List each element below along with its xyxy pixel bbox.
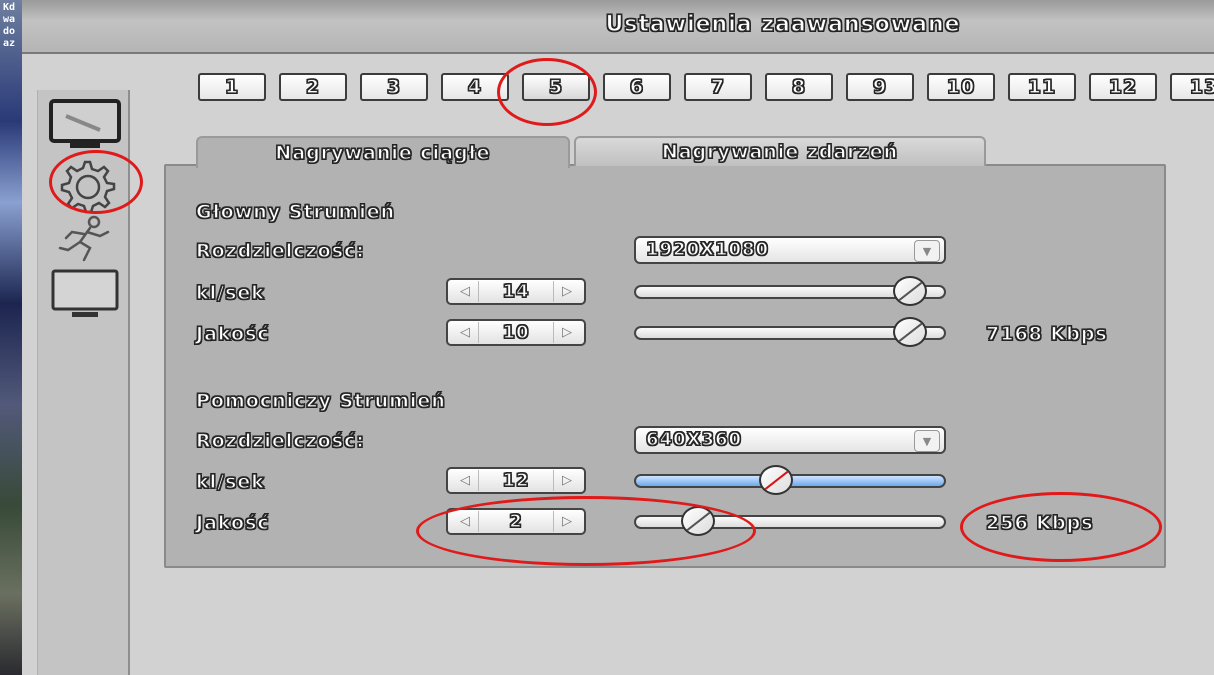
- sub-quality-stepper[interactable]: ◁ 2 ▷: [446, 508, 586, 535]
- chevron-down-icon[interactable]: ▼: [914, 430, 940, 452]
- title-bar: Ustawienia zaawansowane: [22, 0, 1214, 54]
- tab-continuous-recording[interactable]: Nagrywanie ciągłe: [196, 136, 570, 168]
- slider-knob[interactable]: [892, 317, 927, 347]
- desktop-wallpaper-strip: Kdwadoaz: [0, 0, 22, 675]
- tab-channel-12[interactable]: 12: [1089, 73, 1157, 101]
- stream-settings-panel: [164, 164, 1166, 568]
- tab-channel-6[interactable]: 6: [603, 73, 671, 101]
- sub-fps-label: kl/sek: [195, 470, 265, 493]
- sub-quality-slider[interactable]: [634, 506, 946, 536]
- increment-arrow-icon[interactable]: ▷: [553, 322, 580, 343]
- main-fps-stepper[interactable]: ◁ 14 ▷: [446, 278, 586, 305]
- sub-fps-value: 12: [502, 469, 530, 491]
- monitor-icon[interactable]: [48, 98, 122, 150]
- tab-channel-11[interactable]: 11: [1008, 73, 1076, 101]
- gear-icon[interactable]: [54, 156, 116, 214]
- increment-arrow-icon[interactable]: ▷: [553, 511, 580, 532]
- main-stream-heading: Głowny Strumień: [195, 200, 396, 223]
- channel-tabs: 1 2 3 4 5 6 7 8 9 10 11 12 13: [198, 73, 1214, 101]
- tab-channel-7[interactable]: 7: [684, 73, 752, 101]
- sub-fps-slider[interactable]: [634, 465, 946, 495]
- tab-channel-13[interactable]: 13: [1170, 73, 1214, 101]
- tab-channel-4[interactable]: 4: [441, 73, 509, 101]
- sub-resolution-value: 640X360: [645, 428, 743, 450]
- running-person-icon[interactable]: [54, 214, 116, 264]
- main-fps-slider[interactable]: [634, 276, 946, 306]
- main-quality-stepper[interactable]: ◁ 10 ▷: [446, 319, 586, 346]
- main-quality-value: 10: [502, 321, 530, 343]
- main-fps-label: kl/sek: [195, 281, 265, 304]
- sub-quality-label: Jakość: [195, 511, 270, 534]
- slider-knob[interactable]: [892, 276, 927, 306]
- decrement-arrow-icon[interactable]: ◁: [452, 511, 479, 532]
- sub-quality-value: 2: [509, 510, 523, 532]
- main-quality-label: Jakość: [195, 322, 270, 345]
- increment-arrow-icon[interactable]: ▷: [553, 470, 580, 491]
- tab-channel-9[interactable]: 9: [846, 73, 914, 101]
- decrement-arrow-icon[interactable]: ◁: [452, 322, 479, 343]
- sub-resolution-dropdown[interactable]: 640X360 ▼: [634, 426, 946, 454]
- main-fps-value: 14: [502, 280, 530, 302]
- slider-knob[interactable]: [759, 465, 794, 495]
- strip-text: Kdwadoaz: [2, 2, 16, 49]
- sub-bitrate-value: 256 Kbps: [985, 511, 1094, 534]
- main-quality-slider[interactable]: [634, 317, 946, 347]
- display-icon[interactable]: [50, 268, 120, 320]
- tab-channel-5[interactable]: 5: [522, 73, 590, 101]
- decrement-arrow-icon[interactable]: ◁: [452, 470, 479, 491]
- main-resolution-dropdown[interactable]: 1920X1080 ▼: [634, 236, 946, 264]
- tab-event-recording[interactable]: Nagrywanie zdarzeń: [574, 136, 986, 166]
- tab-channel-1[interactable]: 1: [198, 73, 266, 101]
- tab-channel-2[interactable]: 2: [279, 73, 347, 101]
- tab-channel-8[interactable]: 8: [765, 73, 833, 101]
- sub-resolution-label: Rozdzielczość:: [195, 429, 365, 452]
- decrement-arrow-icon[interactable]: ◁: [452, 281, 479, 302]
- main-bitrate-value: 7168 Kbps: [985, 322, 1108, 345]
- main-resolution-value: 1920X1080: [645, 238, 770, 260]
- window-title: Ustawienia zaawansowane: [605, 11, 961, 37]
- tab-channel-3[interactable]: 3: [360, 73, 428, 101]
- chevron-down-icon[interactable]: ▼: [914, 240, 940, 262]
- main-resolution-label: Rozdzielczość:: [195, 239, 365, 262]
- tab-channel-10[interactable]: 10: [927, 73, 995, 101]
- sub-stream-heading: Pomocniczy Strumień: [195, 389, 446, 412]
- sub-fps-stepper[interactable]: ◁ 12 ▷: [446, 467, 586, 494]
- increment-arrow-icon[interactable]: ▷: [553, 281, 580, 302]
